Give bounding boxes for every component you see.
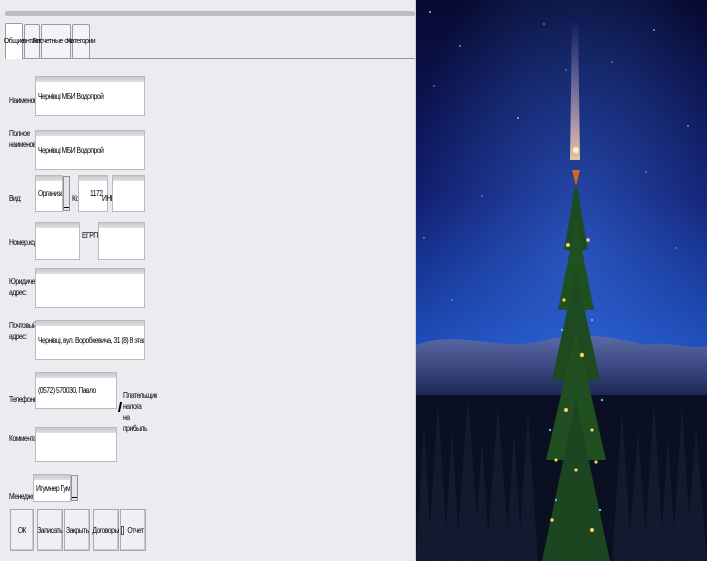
edrpou-field[interactable] <box>98 222 145 260</box>
report-button[interactable]: Отчет <box>120 509 146 551</box>
checkbox-mark-icon[interactable] <box>117 402 123 412</box>
kind-select[interactable]: Организация <box>35 175 63 212</box>
full-name-field[interactable]: Чернівці МБИ Водопрой <box>35 130 145 170</box>
close-button[interactable]: Закрыть <box>64 509 90 551</box>
kind-label: Вид: <box>9 194 22 203</box>
comment-field[interactable] <box>35 427 117 462</box>
tab-categories[interactable]: Категории <box>67 24 96 58</box>
name-label: Наименование: <box>9 96 52 105</box>
legal-address-label: Юридический адрес: <box>9 277 47 297</box>
tab-general[interactable]: Общие <box>4 23 25 59</box>
inn-field[interactable] <box>112 175 145 212</box>
vat-payer-label[interactable]: Плательщик налога на прибыль <box>123 390 157 434</box>
chevron-down-icon <box>72 497 77 498</box>
full-name-label: Полное наименование: <box>9 129 51 149</box>
phones-field[interactable]: (0572) 570030, Павло <box>35 372 117 409</box>
phone-number-field[interactable] <box>35 222 80 260</box>
manager-select[interactable]: Игумнер Гумара <box>33 474 71 502</box>
name-field[interactable]: Чернівці МБИ Водопрой <box>35 76 145 116</box>
manager-dropdown-button[interactable] <box>71 475 78 501</box>
contracts-button[interactable]: Договоры <box>93 509 120 551</box>
counterparty-dialog: Общие Контакты Расчетные счета Категории… <box>0 0 416 561</box>
chevron-down-icon <box>64 207 69 208</box>
wallpaper-image <box>416 0 707 561</box>
christmas-tree-wallpaper <box>416 0 707 561</box>
tab-divider <box>5 58 415 59</box>
legal-address-field[interactable] <box>35 268 145 308</box>
postal-address-field[interactable]: Чернівці, вул. Воробкевича, 31 (8) 8 эта… <box>35 320 145 360</box>
kind-dropdown-button[interactable] <box>63 176 70 211</box>
postal-address-label: Почтовый адрес: <box>9 321 37 341</box>
ok-button[interactable]: ОК <box>10 509 34 551</box>
print-icon <box>121 525 125 535</box>
save-button[interactable]: Записать <box>37 509 63 551</box>
dialog-title-strip <box>5 11 415 16</box>
